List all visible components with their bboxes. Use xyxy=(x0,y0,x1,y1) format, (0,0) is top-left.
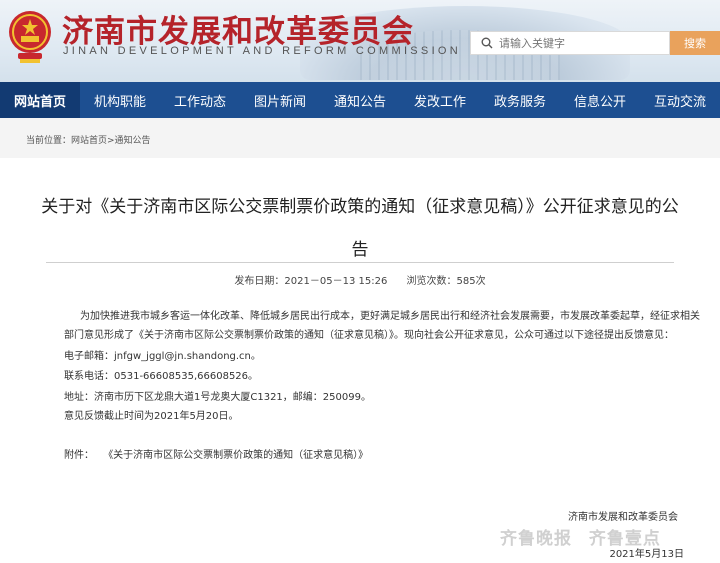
article-meta: 发布日期：2021－05－13 15:26 浏览次数：585次 xyxy=(0,272,720,287)
nav-item-reform-work[interactable]: 发改工作 xyxy=(400,82,480,118)
body-paragraph: 为加快推进我市城乡客运一体化改革、降低城乡居民出行成本，更好满足城乡居民出行和经… xyxy=(80,311,700,322)
watermark-left: 齐鲁晚报 xyxy=(500,529,572,549)
nav-item-gov-services[interactable]: 政务服务 xyxy=(480,82,560,118)
nav-item-functions[interactable]: 机构职能 xyxy=(80,82,160,118)
signature-org: 济南市发展和改革委员会 xyxy=(568,512,678,523)
attachment-label: 附件： xyxy=(64,450,94,461)
attachment-link[interactable]: 《关于济南市区际公交票制票价政策的通知（征求意见稿）》 xyxy=(103,450,368,461)
nav-item-work-news[interactable]: 工作动态 xyxy=(160,82,240,118)
search-icon xyxy=(481,37,493,49)
title-divider xyxy=(46,262,674,263)
search-box xyxy=(470,31,670,55)
contact-phone: 联系电话：0531-66608535,66608526。 xyxy=(64,371,259,382)
attachment: 附件： 《关于济南市区际公交票制票价政策的通知（征求意见稿）》 xyxy=(64,446,368,461)
nav-item-interaction[interactable]: 互动交流 xyxy=(640,82,720,118)
contact-email: 电子邮箱：jnfgw_jggl@jn.shandong.cn。 xyxy=(64,351,261,362)
national-emblem-icon xyxy=(9,11,51,63)
article-title-line2: 告 xyxy=(351,240,369,260)
article-title: 关于对《关于济南市区际公交票制票价政策的通知（征求意见稿）》公开征求意见的公 告 xyxy=(40,186,680,272)
nav-item-home[interactable]: 网站首页 xyxy=(0,82,80,118)
nav-item-info-disclosure[interactable]: 信息公开 xyxy=(560,82,640,118)
publish-date: 发布日期：2021－05－13 15:26 xyxy=(234,276,388,287)
main-nav: 网站首页 机构职能 工作动态 图片新闻 通知公告 发改工作 政务服务 信息公开 … xyxy=(0,82,720,118)
nav-item-notices[interactable]: 通知公告 xyxy=(320,82,400,118)
body-paragraph: 部门意见形成了《关于济南市区际公交票制票价政策的通知（征求意见稿）》。现向社会公… xyxy=(64,330,674,341)
signature-date: 2021年5月13日 xyxy=(609,549,684,560)
breadcrumb[interactable]: 当前位置：网站首页>通知公告 xyxy=(26,133,151,146)
view-count: 浏览次数：585次 xyxy=(406,276,486,287)
nav-item-photo-news[interactable]: 图片新闻 xyxy=(240,82,320,118)
site-subtitle: JINAN DEVELOPMENT AND REFORM COMMISSION xyxy=(63,45,462,57)
contact-address: 地址：济南市历下区龙鼎大道1号龙奥大厦C1321，邮编：250099。 xyxy=(64,392,371,403)
feedback-deadline: 意见反馈截止时间为2021年5月20日。 xyxy=(64,411,239,422)
search-input[interactable] xyxy=(499,36,669,50)
article-title-line1: 关于对《关于济南市区际公交票制票价政策的通知（征求意见稿）》公开征求意见的公 xyxy=(41,197,679,217)
search-button[interactable]: 搜索 xyxy=(670,31,720,55)
